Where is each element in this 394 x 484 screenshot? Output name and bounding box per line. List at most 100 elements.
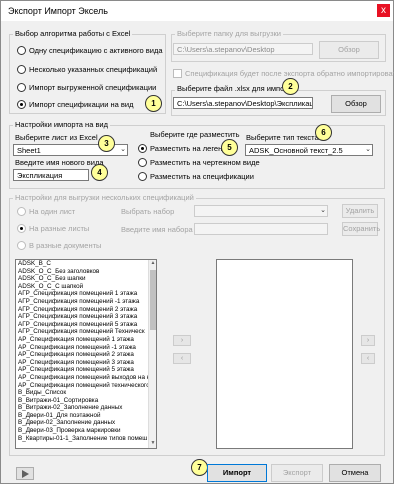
list-item[interactable]: В_Двери-02_Заполнение данных bbox=[16, 419, 156, 427]
name-set-input[interactable] bbox=[194, 223, 328, 235]
name-set-label: Введите имя набора bbox=[121, 225, 193, 234]
spec-list-items: ADSK_В_С ADSK_О_С_Без заголовков ADSK_О_С_… bbox=[16, 260, 156, 442]
spec-list-selected[interactable] bbox=[216, 259, 353, 449]
badge-3: 3 bbox=[98, 135, 115, 152]
list-item[interactable]: АР_Спецификация помещений технического bbox=[16, 382, 156, 390]
algo-option-import-to-view[interactable]: Импорт спецификации на вид bbox=[17, 100, 133, 109]
text-type-label: Выберите тип текста bbox=[246, 133, 319, 142]
list-item[interactable]: АГР_Спецификация помещений -1 этажа bbox=[16, 298, 156, 306]
radio-label: Разместить на спецификации bbox=[150, 172, 254, 181]
list-item[interactable]: В_Витражи-02_Заполнение данных bbox=[16, 404, 156, 412]
badge-2: 2 bbox=[282, 78, 299, 95]
import-settings-title: Настройки импорта на вид bbox=[13, 120, 110, 129]
radio-label: Одну спецификацию с активного вида bbox=[29, 46, 163, 55]
algo-option-multiple[interactable]: Несколько указанных спецификаций bbox=[17, 65, 157, 74]
title-bar: Экспорт Импорт Эксель x bbox=[1, 1, 393, 21]
list-item[interactable]: В_Двери-01_Для поэтажной bbox=[16, 412, 156, 420]
chevron-down-icon: ⌄ bbox=[320, 207, 326, 214]
radio-circle bbox=[17, 65, 26, 74]
list-item[interactable]: АР_Спецификация помещений 2 этажа bbox=[16, 351, 156, 359]
radio-label: Импорт выгруженной спецификации bbox=[29, 83, 157, 92]
radio-label: На разные листы bbox=[29, 224, 90, 233]
radio-label: На один лист bbox=[29, 207, 76, 216]
badge-5: 5 bbox=[221, 139, 238, 156]
place-option-legend[interactable]: Разместить на легенде bbox=[138, 144, 231, 153]
radio-circle bbox=[17, 83, 26, 92]
list-item[interactable]: ADSK_О_С_Без заголовков bbox=[16, 268, 156, 276]
move-down-button[interactable]: ‹ bbox=[361, 353, 375, 364]
play-icon bbox=[22, 470, 29, 478]
save-set-button[interactable]: Сохранить bbox=[342, 222, 380, 236]
list-item[interactable]: АР_Спецификация помещений 1 этажа bbox=[16, 336, 156, 344]
export-folder-title: Выберите папку для выгрузки bbox=[175, 29, 283, 38]
list-item[interactable]: В_Витражи-01_Сортировка bbox=[16, 397, 156, 405]
checkbox-label: Спецификация будет после экспорта обратн… bbox=[185, 69, 394, 78]
multi-option-one-sheet[interactable]: На один лист bbox=[17, 207, 75, 216]
scroll-down-icon[interactable]: ▼ bbox=[149, 440, 156, 448]
radio-circle bbox=[17, 241, 26, 250]
multi-option-different-sheets[interactable]: На разные листы bbox=[17, 224, 89, 233]
text-type-value: ADSK_Основной текст_2.5 bbox=[249, 146, 343, 155]
list-item[interactable]: ADSK_В_С bbox=[16, 260, 156, 268]
place-option-drafting[interactable]: Разместить на чертежном виде bbox=[138, 158, 260, 167]
view-name-input[interactable]: Экспликация bbox=[13, 169, 89, 181]
import-button[interactable]: Импорт bbox=[207, 464, 267, 482]
spec-list-available[interactable]: ADSK_В_С ADSK_О_С_Без заголовков ADSK_О_С_… bbox=[15, 259, 157, 449]
algo-option-import-exported[interactable]: Импорт выгруженной спецификации bbox=[17, 83, 156, 92]
place-title: Выберите где разместить bbox=[150, 130, 240, 139]
list-item[interactable]: В_Квартиры-01-1_Заполнение типов помеш bbox=[16, 435, 156, 443]
export-button[interactable]: Экспорт bbox=[271, 464, 323, 482]
scroll-up-icon[interactable]: ▲ bbox=[149, 260, 156, 268]
move-right-button[interactable]: › bbox=[173, 335, 191, 346]
radio-circle bbox=[138, 172, 147, 181]
list-item[interactable]: АГР_Спецификация помещений Техническ bbox=[16, 328, 156, 336]
chevron-down-icon: ⌄ bbox=[120, 146, 126, 153]
badge-1: 1 bbox=[145, 95, 162, 112]
list-item[interactable]: В_Виды_Список bbox=[16, 389, 156, 397]
dialog-window: Экспорт Импорт Эксель x Выбор алгоритма … bbox=[0, 0, 394, 484]
move-up-button[interactable]: › bbox=[361, 335, 375, 346]
list-item[interactable]: ADSK_О_С_Без шапки bbox=[16, 275, 156, 283]
badge-4: 4 bbox=[91, 164, 108, 181]
delete-set-button[interactable]: Удалить bbox=[342, 204, 378, 218]
reimport-checkbox[interactable]: Спецификация будет после экспорта обратн… bbox=[173, 69, 394, 78]
radio-label: Разместить на чертежном виде bbox=[150, 158, 260, 167]
select-set-label: Выбрать набор bbox=[121, 207, 175, 216]
list-item[interactable]: АГР_Спецификация помещений 3 этажа bbox=[16, 313, 156, 321]
select-set-combo[interactable]: ⌄ bbox=[194, 205, 328, 217]
import-browse-button[interactable]: Обзор bbox=[331, 95, 381, 113]
text-type-select[interactable]: ADSK_Основной текст_2.5 ⌄ bbox=[245, 144, 373, 156]
list-item[interactable]: АР_Спецификация помещений выходов на к bbox=[16, 374, 156, 382]
list-scrollbar[interactable]: ▲ ▼ bbox=[148, 260, 156, 448]
radio-circle bbox=[17, 46, 26, 55]
multi-option-different-docs[interactable]: В разные документы bbox=[17, 241, 101, 250]
radio-label: Разместить на легенде bbox=[150, 144, 231, 153]
list-item[interactable]: АР_Спецификация помещений -1 этажа bbox=[16, 344, 156, 352]
list-item[interactable]: В_Двери-03_Проверка маркировки bbox=[16, 427, 156, 435]
close-button[interactable]: x bbox=[377, 4, 390, 17]
radio-circle bbox=[138, 158, 147, 167]
scroll-thumb[interactable] bbox=[150, 270, 156, 330]
import-file-title: Выберите файл .xlsx для импорта bbox=[175, 84, 298, 93]
cancel-button[interactable]: Отмена bbox=[329, 464, 381, 482]
radio-circle bbox=[17, 207, 26, 216]
place-option-schedule[interactable]: Разместить на спецификации bbox=[138, 172, 254, 181]
badge-7: 7 bbox=[191, 459, 208, 476]
sheet-label: Выберите лист из Excel bbox=[15, 133, 98, 142]
export-browse-button[interactable]: Обзор bbox=[319, 41, 379, 59]
video-help-button[interactable] bbox=[16, 467, 34, 480]
move-left-button[interactable]: ‹ bbox=[173, 353, 191, 364]
sheet-select-value: Sheet1 bbox=[17, 146, 41, 155]
export-folder-path[interactable]: C:\Users\a.stepanov\Desktop bbox=[173, 43, 313, 55]
import-file-path[interactable]: C:\Users\a.stepanov\Desktop\Экспликация.… bbox=[173, 97, 313, 109]
radio-circle bbox=[138, 144, 147, 153]
multi-export-title: Настройки для выгрузки нескольких специф… bbox=[13, 193, 196, 202]
list-item[interactable]: АР_Спецификация помещений 5 этажа bbox=[16, 366, 156, 374]
radio-circle bbox=[17, 224, 26, 233]
radio-label: Несколько указанных спецификаций bbox=[29, 65, 158, 74]
list-item[interactable]: АГР_Спецификация помещений 1 этажа bbox=[16, 290, 156, 298]
checkbox-box bbox=[173, 69, 182, 78]
algo-option-single[interactable]: Одну спецификацию с активного вида bbox=[17, 46, 163, 55]
radio-label: В разные документы bbox=[29, 241, 102, 250]
radio-circle bbox=[17, 100, 26, 109]
